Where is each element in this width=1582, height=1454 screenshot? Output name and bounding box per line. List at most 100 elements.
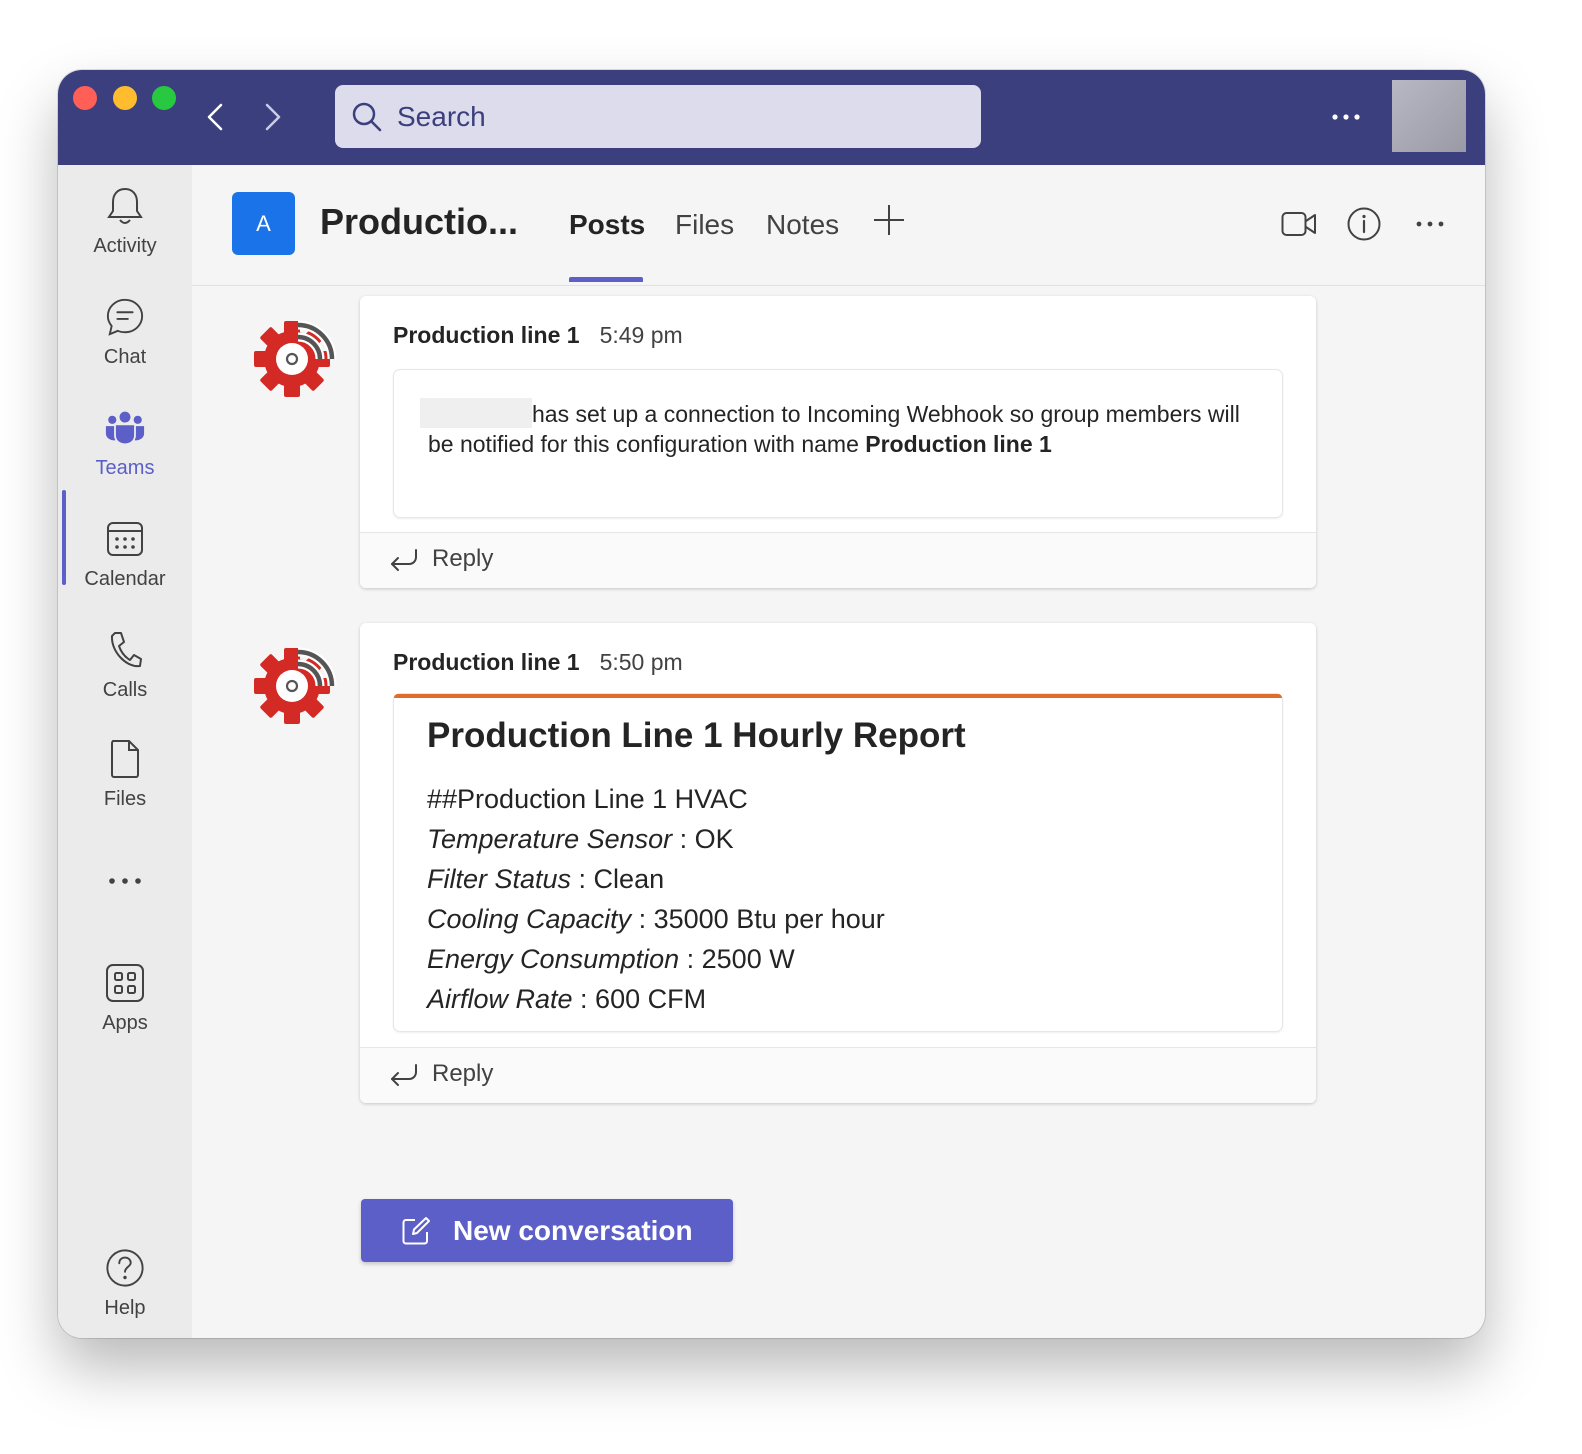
report-value: : Clean xyxy=(571,864,665,894)
rail-item-label: Teams xyxy=(95,457,155,479)
add-tab-button[interactable] xyxy=(872,203,906,237)
reply-button[interactable]: Reply xyxy=(360,1047,1316,1103)
message-header: Production line 1 5:49 pm xyxy=(393,322,683,349)
file-icon xyxy=(105,738,145,780)
tab-files[interactable]: Files xyxy=(675,209,734,241)
message-sender[interactable]: Production line 1 xyxy=(393,649,580,675)
report-accent-bar xyxy=(394,694,1282,698)
report-row: Cooling Capacity : 35000 Btu per hour xyxy=(427,899,885,939)
user-avatar[interactable] xyxy=(1392,80,1466,152)
notice-body: has set up a connection to Incoming Webh… xyxy=(428,401,1240,457)
chat-icon xyxy=(105,296,145,338)
new-conversation-button[interactable]: New conversation xyxy=(361,1199,733,1262)
report-key: Temperature Sensor xyxy=(427,824,673,854)
channel-header: A Productio... Posts Files Notes xyxy=(192,165,1485,286)
more-horizontal-icon xyxy=(1416,221,1444,227)
rail-item-help[interactable]: Help xyxy=(58,1247,192,1338)
teams-window: Activity Chat Teams Calendar Calls xyxy=(58,70,1485,1338)
tab-notes[interactable]: Notes xyxy=(766,209,839,241)
report-value: : 600 CFM xyxy=(572,984,707,1014)
reply-button[interactable]: Reply xyxy=(360,532,1316,588)
report-row: Temperature Sensor : OK xyxy=(427,819,885,859)
notice-text: has set up a connection to Incoming Webh… xyxy=(420,398,1248,459)
compose-icon xyxy=(401,1215,433,1247)
report-key: Filter Status xyxy=(427,864,572,894)
tab-posts[interactable]: Posts xyxy=(569,209,645,241)
message-card: Production line 1 5:50 pm Production Line… xyxy=(360,623,1316,1103)
rail-item-apps[interactable]: Apps xyxy=(58,962,192,1062)
message-sender[interactable]: Production line 1 xyxy=(393,322,580,348)
video-camera-icon xyxy=(1281,212,1316,236)
rail-item-activity[interactable]: Activity xyxy=(58,185,192,285)
rail-item-calls[interactable]: Calls xyxy=(58,629,192,729)
report-card: Production Line 1 Hourly Report ##Produc… xyxy=(394,694,1282,1031)
calendar-icon xyxy=(105,518,145,560)
more-horizontal-icon xyxy=(1332,114,1360,120)
rail-item-teams[interactable]: Teams xyxy=(58,407,192,507)
close-window-button[interactable] xyxy=(73,86,97,110)
bot-avatar[interactable] xyxy=(252,317,338,397)
webhook-gear-icon xyxy=(254,647,337,724)
redacted-user-name xyxy=(420,398,532,428)
bot-avatar[interactable] xyxy=(252,644,338,724)
chevron-right-icon xyxy=(265,103,281,131)
header-more-button[interactable] xyxy=(1411,205,1449,243)
report-value: : 2500 W xyxy=(679,944,795,974)
help-icon xyxy=(105,1247,145,1289)
rail-item-label: Activity xyxy=(93,235,157,257)
rail-item-label: Calendar xyxy=(84,568,166,590)
apps-icon xyxy=(105,962,145,1004)
more-horizontal-icon xyxy=(105,865,145,897)
report-body: ##Production Line 1 HVAC Temperature Sen… xyxy=(427,779,885,1019)
active-tab-indicator xyxy=(569,277,643,282)
bell-icon xyxy=(105,185,145,227)
report-key: Airflow Rate xyxy=(427,984,573,1014)
message-header: Production line 1 5:50 pm xyxy=(393,649,683,676)
rail-more-button[interactable] xyxy=(58,865,192,905)
minimize-window-button[interactable] xyxy=(113,86,137,110)
team-avatar[interactable]: A xyxy=(232,192,295,255)
connector-notice: has set up a connection to Incoming Webh… xyxy=(394,370,1282,517)
report-title: Production Line 1 Hourly Report xyxy=(427,716,966,755)
rail-item-label: Calls xyxy=(102,679,148,701)
reply-arrow-icon xyxy=(388,547,418,573)
zoom-window-button[interactable] xyxy=(152,86,176,110)
report-row: Filter Status : Clean xyxy=(427,859,885,899)
info-icon xyxy=(1347,207,1381,241)
notice-config-name: Production line 1 xyxy=(865,431,1052,457)
titlebar-more-button[interactable] xyxy=(1326,100,1366,134)
search-icon xyxy=(351,101,383,133)
search-box[interactable] xyxy=(335,85,981,148)
title-bar xyxy=(58,70,1485,165)
reply-label: Reply xyxy=(432,545,494,572)
search-input[interactable] xyxy=(395,99,959,134)
rail-item-label: Help xyxy=(104,1297,146,1319)
rail-item-calendar[interactable]: Calendar xyxy=(58,518,192,618)
plus-icon xyxy=(874,205,904,235)
report-key: Energy Consumption xyxy=(427,944,680,974)
rail-item-label: Apps xyxy=(102,1012,148,1034)
report-value: : OK xyxy=(672,824,734,854)
message-time: 5:49 pm xyxy=(599,322,683,348)
meet-button[interactable] xyxy=(1280,205,1318,243)
report-value: : 35000 Btu per hour xyxy=(631,904,885,934)
app-rail: Activity Chat Teams Calendar Calls Files… xyxy=(58,165,192,1338)
reply-label: Reply xyxy=(432,1060,494,1087)
rail-item-chat[interactable]: Chat xyxy=(58,296,192,396)
webhook-gear-icon xyxy=(254,320,337,397)
team-name[interactable]: Productio... xyxy=(320,201,518,243)
back-button[interactable] xyxy=(200,100,230,134)
rail-item-files[interactable]: Files xyxy=(58,738,192,838)
chevron-left-icon xyxy=(207,103,223,131)
report-key: Cooling Capacity xyxy=(427,904,632,934)
forward-button[interactable] xyxy=(258,100,288,134)
rail-item-label: Files xyxy=(103,788,147,810)
channel-info-button[interactable] xyxy=(1345,205,1383,243)
phone-icon xyxy=(105,629,145,671)
report-row: Energy Consumption : 2500 W xyxy=(427,939,885,979)
report-heading: ##Production Line 1 HVAC xyxy=(427,784,748,814)
message-time: 5:50 pm xyxy=(599,649,683,675)
teams-icon xyxy=(105,407,145,449)
reply-arrow-icon xyxy=(388,1062,418,1088)
rail-item-label: Chat xyxy=(103,346,147,368)
